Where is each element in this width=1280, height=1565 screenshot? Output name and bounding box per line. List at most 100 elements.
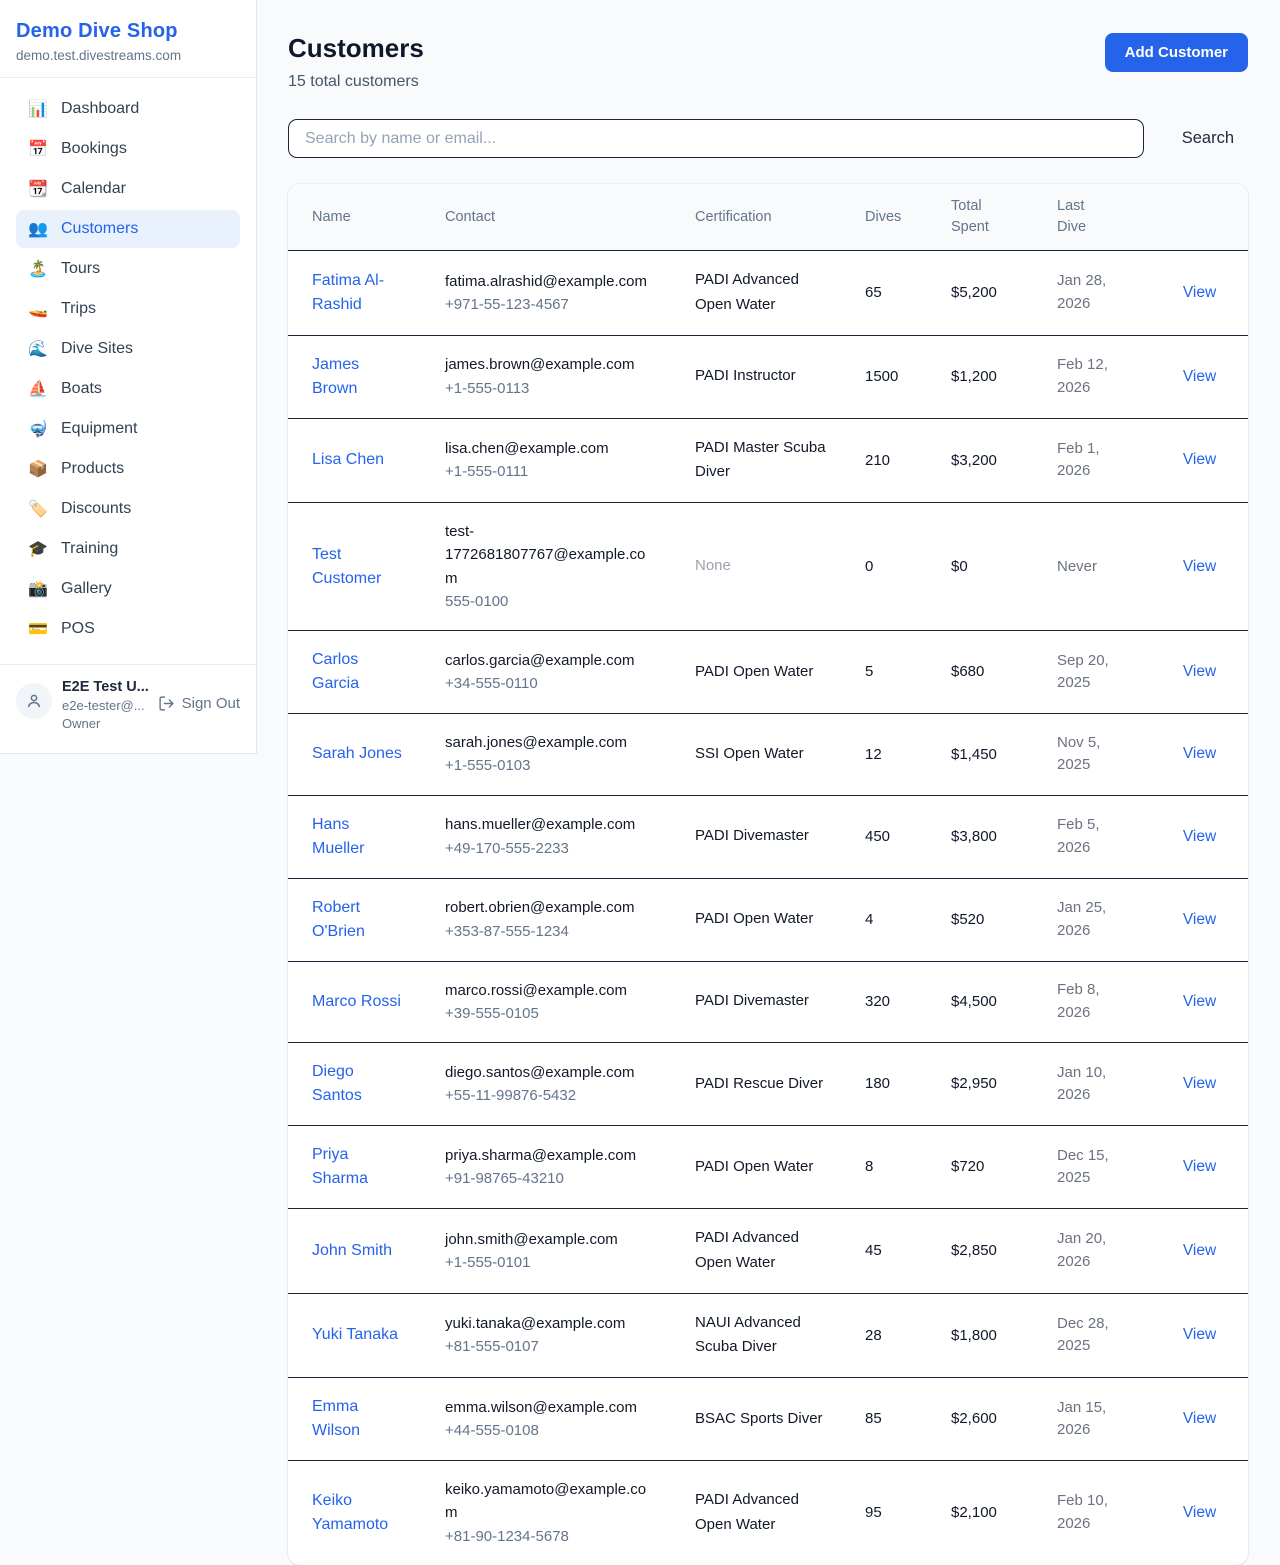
customer-phone: +971-55-123-4567 (445, 293, 657, 316)
customer-total-spent: $4,500 (939, 961, 1045, 1043)
trips-icon: 🚤 (28, 299, 48, 319)
view-link[interactable]: View (1183, 663, 1216, 680)
sidebar-item-label: Boats (61, 380, 102, 398)
view-link[interactable]: View (1183, 284, 1216, 301)
customer-dives: 320 (853, 961, 939, 1043)
customer-email: marco.rossi@example.com (445, 979, 657, 1002)
sidebar-item-training[interactable]: 🎓 Training (16, 530, 240, 568)
customer-count: 15 total customers (288, 73, 424, 91)
products-icon: 📦 (28, 459, 48, 479)
customer-dives: 65 (853, 251, 939, 336)
view-link[interactable]: View (1183, 1158, 1216, 1175)
table-row: Marco Rossi marco.rossi@example.com +39-… (288, 961, 1248, 1043)
view-link[interactable]: View (1183, 993, 1216, 1010)
sidebar-item-label: Customers (61, 220, 138, 238)
customer-last-dive: Dec 28, 2025 (1057, 1313, 1121, 1358)
customer-name-link[interactable]: Emma Wilson (312, 1395, 405, 1443)
sidebar-item-customers[interactable]: 👥 Customers (16, 210, 240, 248)
customer-phone: +49-170-555-2233 (445, 837, 657, 860)
view-link[interactable]: View (1183, 451, 1216, 468)
customer-total-spent: $2,850 (939, 1209, 1045, 1294)
customer-name-link[interactable]: Sarah Jones (312, 742, 402, 766)
customer-phone: +1-555-0111 (445, 460, 657, 483)
customer-total-spent: $720 (939, 1126, 1045, 1209)
sidebar-item-dive-sites[interactable]: 🌊 Dive Sites (16, 330, 240, 368)
customer-last-dive: Jan 10, 2026 (1057, 1062, 1121, 1107)
customer-email: emma.wilson@example.com (445, 1396, 657, 1419)
sidebar-item-label: Training (61, 540, 118, 558)
sidebar-item-tours[interactable]: 🏝️ Tours (16, 250, 240, 288)
gallery-icon: 📸 (28, 579, 48, 599)
customer-name-link[interactable]: Fatima Al-Rashid (312, 269, 405, 317)
sidebar-item-products[interactable]: 📦 Products (16, 450, 240, 488)
view-link[interactable]: View (1183, 911, 1216, 928)
search-button[interactable]: Search (1168, 121, 1248, 156)
customer-name-link[interactable]: Lisa Chen (312, 448, 384, 472)
customer-name-link[interactable]: John Smith (312, 1239, 392, 1263)
table-row: James Brown james.brown@example.com +1-5… (288, 335, 1248, 418)
sign-out-button[interactable]: Sign Out (158, 695, 240, 712)
sidebar-item-label: Gallery (61, 580, 112, 598)
customer-last-dive: Never (1057, 556, 1097, 579)
sidebar-item-label: Products (61, 460, 124, 478)
view-link[interactable]: View (1183, 1504, 1216, 1521)
training-icon: 🎓 (28, 539, 48, 559)
customer-phone: +1-555-0103 (445, 754, 657, 777)
discounts-icon: 🏷️ (28, 499, 48, 519)
customer-name-link[interactable]: Diego Santos (312, 1060, 405, 1108)
view-link[interactable]: View (1183, 745, 1216, 762)
customer-phone: +1-555-0113 (445, 377, 657, 400)
sidebar-item-discounts[interactable]: 🏷️ Discounts (16, 490, 240, 528)
boats-icon: ⛵ (28, 379, 48, 399)
customer-total-spent: $1,450 (939, 714, 1045, 796)
customer-name-link[interactable]: Priya Sharma (312, 1143, 405, 1191)
customer-last-dive: Feb 5, 2026 (1057, 814, 1121, 859)
sidebar-item-boats[interactable]: ⛵ Boats (16, 370, 240, 408)
sidebar-item-label: Equipment (61, 420, 138, 438)
customer-name-link[interactable]: Test Customer (312, 543, 405, 591)
customer-last-dive: Feb 8, 2026 (1057, 979, 1121, 1024)
customer-dives: 0 (853, 503, 939, 631)
table-row: Hans Mueller hans.mueller@example.com +4… (288, 795, 1248, 878)
sidebar-item-bookings[interactable]: 📅 Bookings (16, 130, 240, 168)
shop-domain: demo.test.divestreams.com (16, 48, 240, 63)
customer-total-spent: $680 (939, 631, 1045, 714)
customers-icon: 👥 (28, 219, 48, 239)
main-content: Customers 15 total customers Add Custome… (288, 0, 1248, 1565)
customer-total-spent: $2,600 (939, 1378, 1045, 1461)
view-link[interactable]: View (1183, 558, 1216, 575)
view-link[interactable]: View (1183, 1075, 1216, 1092)
customer-name-link[interactable]: Robert O'Brien (312, 896, 405, 944)
user-name: E2E Test U... (62, 679, 148, 695)
view-link[interactable]: View (1183, 1410, 1216, 1427)
sidebar-item-dashboard[interactable]: 📊 Dashboard (16, 90, 240, 128)
table-row: John Smith john.smith@example.com +1-555… (288, 1209, 1248, 1294)
sidebar-item-gallery[interactable]: 📸 Gallery (16, 570, 240, 608)
search-input[interactable] (288, 119, 1144, 158)
user-role: Owner (62, 716, 148, 731)
sidebar-nav: 📊 Dashboard 📅 Bookings 📆 Calendar 👥 Cust… (0, 78, 256, 660)
customer-certification: PADI Open Water (695, 660, 813, 685)
view-link[interactable]: View (1183, 1326, 1216, 1343)
sidebar-item-pos[interactable]: 💳 POS (16, 610, 240, 648)
customer-name-link[interactable]: Keiko Yamamoto (312, 1489, 405, 1537)
customer-dives: 4 (853, 878, 939, 961)
page-header: Customers 15 total customers Add Custome… (288, 33, 1248, 91)
sidebar-item-equipment[interactable]: 🤿 Equipment (16, 410, 240, 448)
customer-name-link[interactable]: Yuki Tanaka (312, 1323, 398, 1347)
add-customer-button[interactable]: Add Customer (1105, 33, 1248, 72)
sidebar-item-trips[interactable]: 🚤 Trips (16, 290, 240, 328)
customer-phone: +1-555-0101 (445, 1251, 657, 1274)
dive-sites-icon: 🌊 (28, 339, 48, 359)
view-link[interactable]: View (1183, 368, 1216, 385)
view-link[interactable]: View (1183, 1242, 1216, 1259)
customer-name-link[interactable]: Carlos Garcia (312, 648, 405, 696)
customer-total-spent: $1,200 (939, 335, 1045, 418)
sidebar-item-calendar[interactable]: 📆 Calendar (16, 170, 240, 208)
customer-name-link[interactable]: Hans Mueller (312, 813, 405, 861)
view-link[interactable]: View (1183, 828, 1216, 845)
col-total-spent: Total Spent (939, 184, 1045, 251)
customer-last-dive: Jan 20, 2026 (1057, 1228, 1121, 1273)
customer-name-link[interactable]: Marco Rossi (312, 990, 401, 1014)
customer-name-link[interactable]: James Brown (312, 353, 405, 401)
